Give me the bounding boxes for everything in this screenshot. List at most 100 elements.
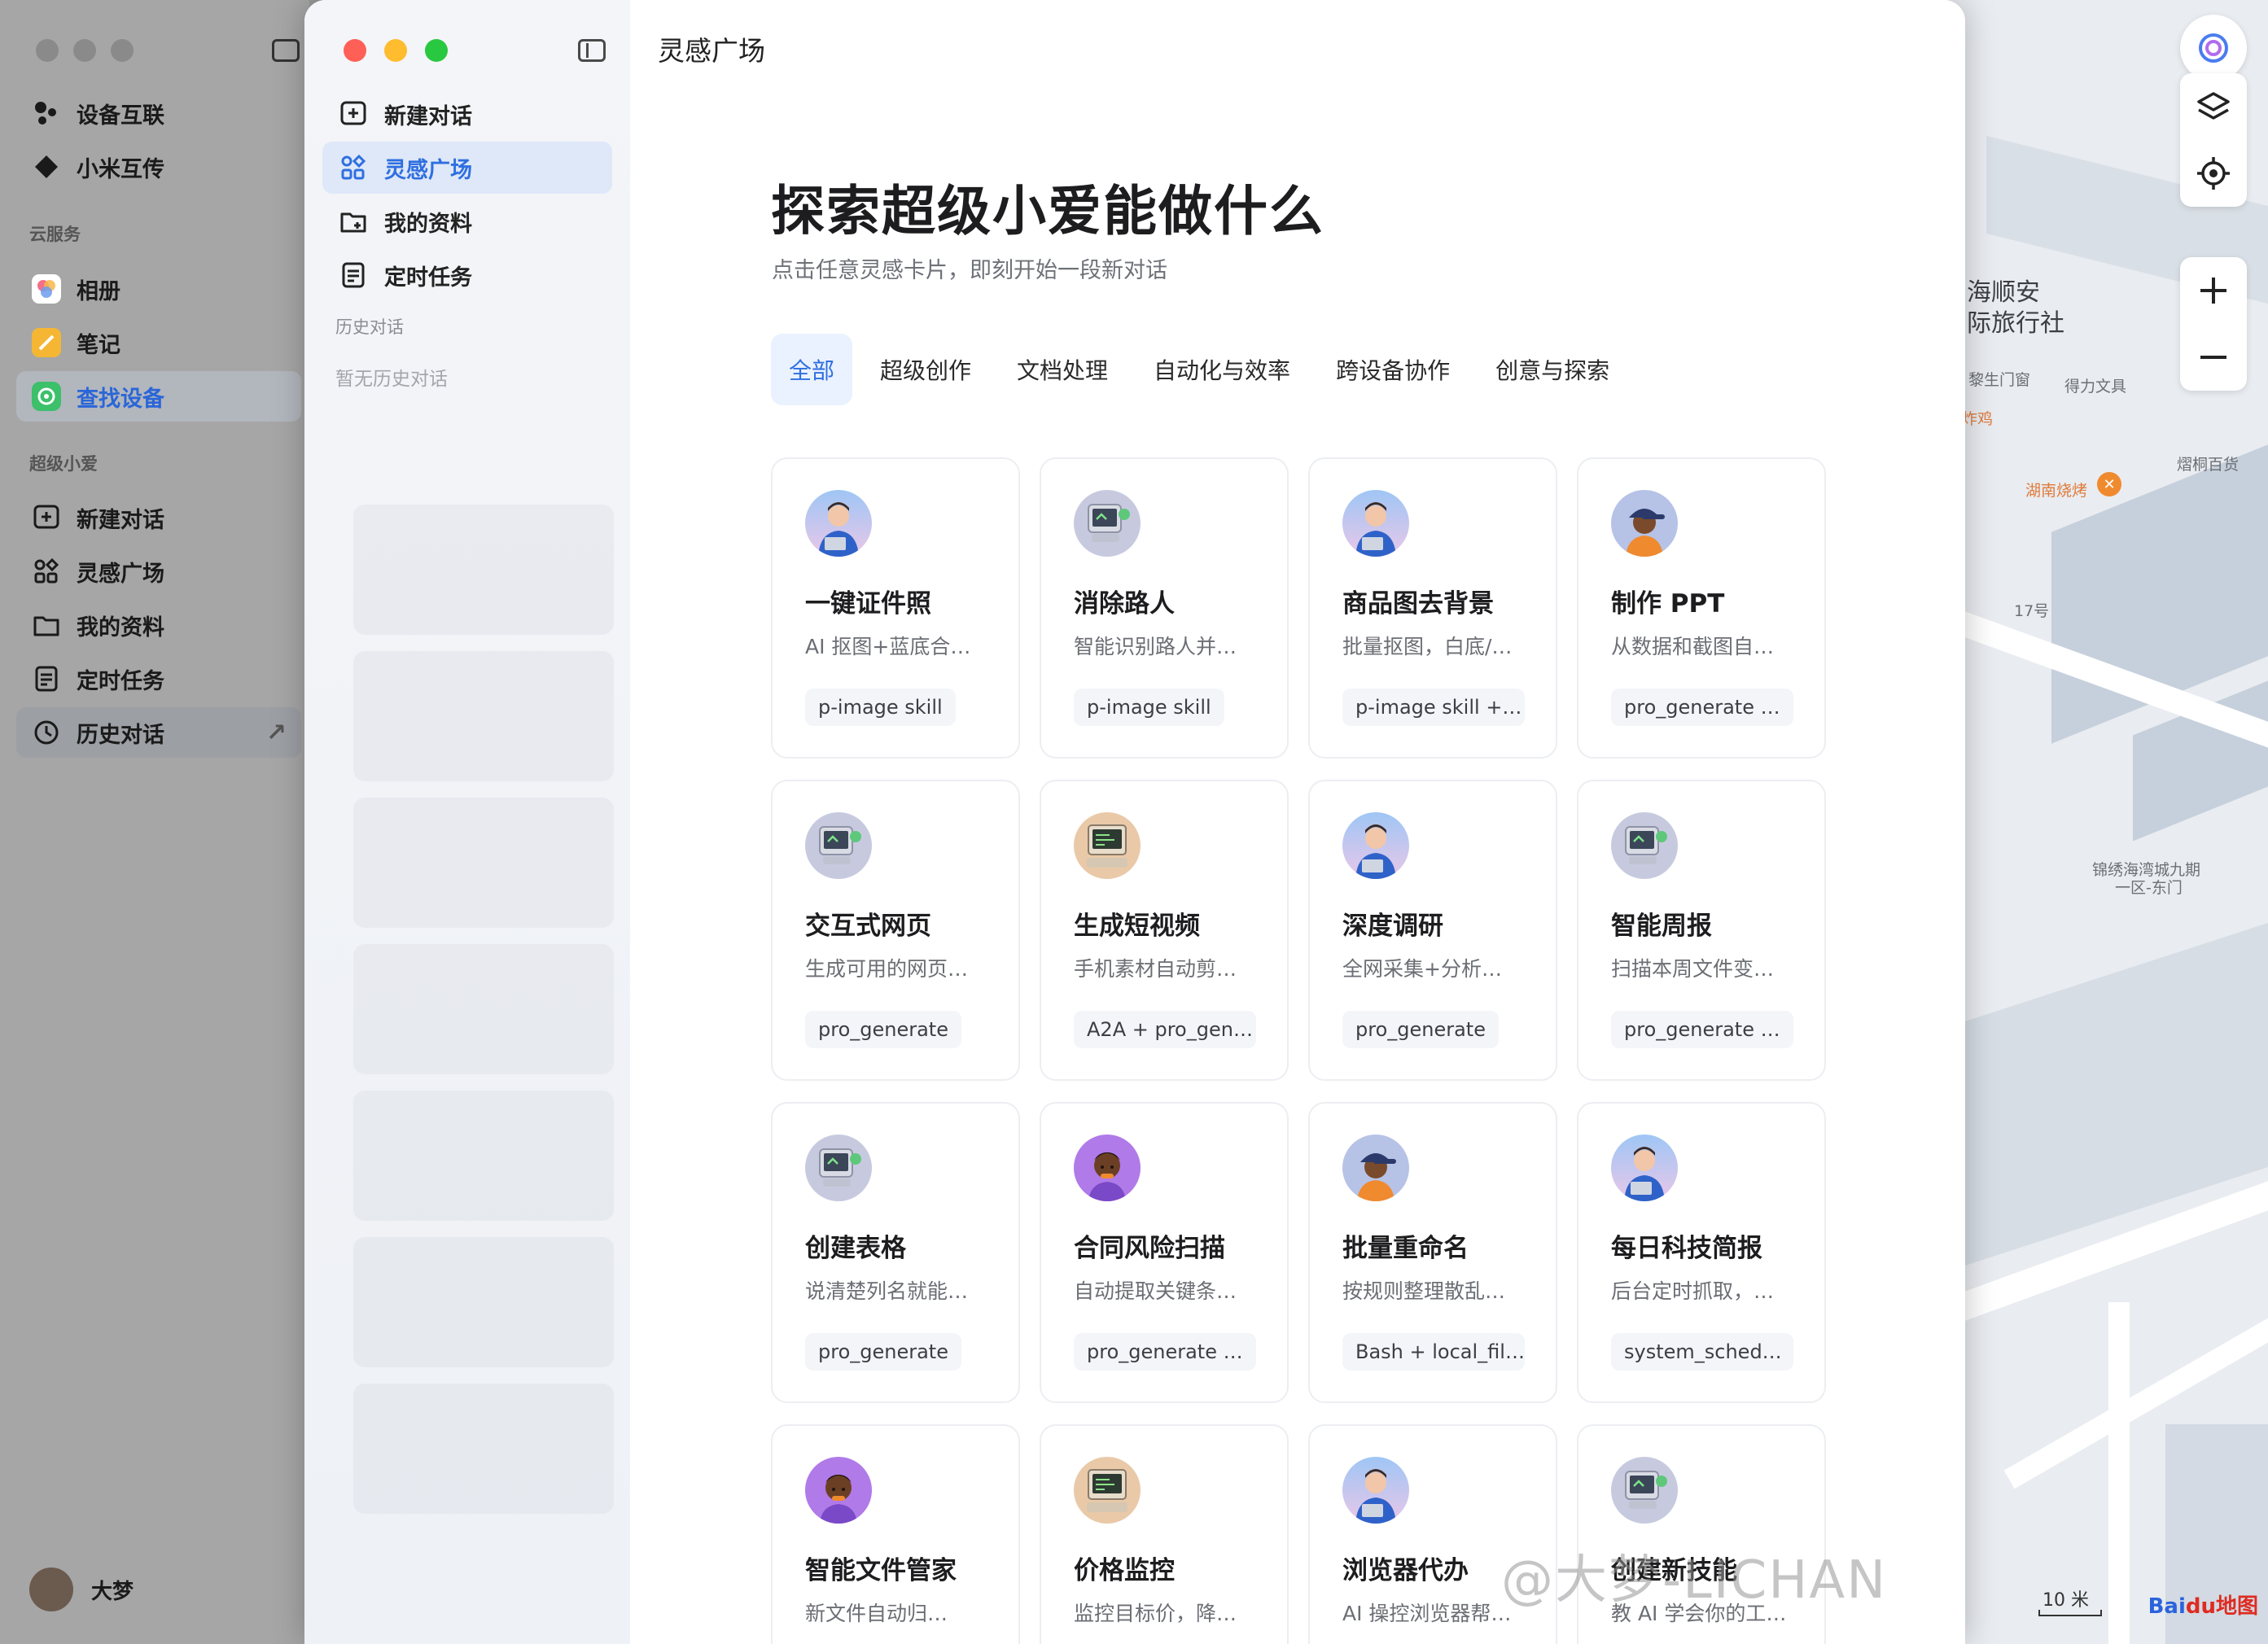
- bg-sidebar-item-new-chat[interactable]: 新建对话: [16, 492, 301, 543]
- card-description: 扫描本周文件变…: [1611, 957, 1775, 981]
- restaurant-pin-icon[interactable]: ✕: [2097, 472, 2121, 496]
- card-description: 新文件自动归…: [805, 1602, 948, 1625]
- maximize-window-button[interactable]: [425, 39, 448, 62]
- user-profile[interactable]: 大梦: [29, 1567, 134, 1611]
- map-label: 17号: [2014, 602, 2050, 620]
- bg-sidebar-item-inspiration[interactable]: 灵感广场: [16, 546, 301, 597]
- card-title: 交互式网页: [805, 912, 931, 941]
- sidebar-item-new-chat[interactable]: 新建对话: [322, 88, 612, 140]
- purple-avatar-icon: [805, 1457, 872, 1524]
- computer-avatar-icon: [1611, 1457, 1678, 1524]
- main-window: 新建对话 灵感广场 我的资料 定时任务 历史对话 暂无历史对话 灵感广场 探索超…: [304, 0, 1965, 1644]
- zoom-controls: [2180, 257, 2247, 391]
- layers-button[interactable]: [2180, 73, 2247, 140]
- tab-all[interactable]: 全部: [771, 334, 853, 405]
- inspiration-card[interactable]: 生成短视频 手机素材自动剪… A2A + pro_gen…: [1040, 780, 1289, 1081]
- inspiration-card[interactable]: 消除路人 智能识别路人并… p-image skill: [1040, 457, 1289, 759]
- map-scale-label: 10 米: [2043, 1590, 2089, 1611]
- history-empty-text: 暂无历史对话: [335, 369, 448, 390]
- computer-avatar-icon: [805, 812, 872, 879]
- card-title: 智能周报: [1611, 912, 1712, 941]
- locate-button[interactable]: [2180, 140, 2247, 207]
- inspiration-card[interactable]: 合同风险扫描 自动提取关键条… pro_generate …: [1040, 1102, 1289, 1403]
- sidebar-item-scheduled[interactable]: 定时任务: [322, 249, 612, 301]
- blurred-background-content: [353, 651, 614, 781]
- card-skill-tag: Bash + local_fil…: [1342, 1333, 1525, 1371]
- inspiration-card[interactable]: 批量重命名 按规则整理散乱… Bash + local_fil…: [1308, 1102, 1557, 1403]
- inspiration-card[interactable]: 智能文件管家 新文件自动归…: [771, 1424, 1020, 1644]
- card-title: 合同风险扫描: [1074, 1234, 1225, 1263]
- card-skill-tag: p-image skill: [1074, 689, 1224, 726]
- tab-automation[interactable]: 自动化与效率: [1136, 334, 1308, 405]
- bg-sidebar-item-label: 设备互联: [77, 103, 164, 129]
- card-skill-tag: pro_generate: [805, 1333, 961, 1371]
- card-skill-tag: pro_generate: [805, 1011, 961, 1048]
- window-controls-inactive: [36, 39, 134, 62]
- mi-share-icon: [31, 151, 62, 182]
- bg-sidebar-item-album[interactable]: 相册: [16, 264, 301, 314]
- bg-sidebar-item-mi-share[interactable]: 小米互传: [16, 142, 301, 192]
- map-tools: [2180, 73, 2247, 207]
- inspiration-card[interactable]: 深度调研 全网采集+分析… pro_generate: [1308, 780, 1557, 1081]
- arrow-up-right-icon[interactable]: ↗: [266, 719, 287, 747]
- sidebar-item-label: 定时任务: [384, 265, 472, 291]
- inspiration-card[interactable]: 商品图去背景 批量抠图，白底/… p-image skill +…: [1308, 457, 1557, 759]
- tab-cross-device[interactable]: 跨设备协作: [1318, 334, 1468, 405]
- card-description: 批量抠图，白底/…: [1342, 635, 1513, 658]
- tab-document[interactable]: 文档处理: [999, 334, 1126, 405]
- bg-sidebar-item-notes[interactable]: 笔记: [16, 317, 301, 368]
- inspiration-card[interactable]: 每日科技简报 后台定时抓取，… system_sched…: [1577, 1102, 1826, 1403]
- map-label: 湖南烧烤: [2025, 482, 2088, 500]
- map-label: 炸鸡: [1962, 410, 1994, 428]
- card-skill-tag: pro_generate: [1342, 1011, 1499, 1048]
- bg-sidebar-item-label: 小米互传: [77, 156, 164, 182]
- avatar: [29, 1567, 73, 1611]
- inspiration-card[interactable]: 智能周报 扫描本周文件变… pro_generate …: [1577, 780, 1826, 1081]
- card-title: 商品图去背景: [1342, 589, 1494, 619]
- bg-section-ai: 超级小爱: [29, 454, 98, 474]
- map-label: 海顺安: [1967, 278, 2040, 307]
- tab-super-creation[interactable]: 超级创作: [862, 334, 989, 405]
- inspiration-icon: [31, 556, 62, 587]
- plus-icon: [2200, 278, 2226, 304]
- bg-sidebar-item-find-device[interactable]: 查找设备: [16, 371, 301, 422]
- new-chat-icon: [31, 502, 62, 533]
- inspiration-card[interactable]: 制作 PPT 从数据和截图自… pro_generate …: [1577, 457, 1826, 759]
- scheduled-task-icon: [31, 663, 62, 694]
- tab-creative[interactable]: 创意与探索: [1478, 334, 1627, 405]
- new-chat-icon: [337, 98, 370, 130]
- retro-avatar-icon: [1074, 812, 1141, 879]
- minimize-window-button[interactable]: [384, 39, 407, 62]
- baidu-logo-part: du地图: [2185, 1594, 2258, 1619]
- window-controls: [344, 39, 448, 62]
- card-description: 自动提取关键条…: [1074, 1279, 1237, 1303]
- page-title: 灵感广场: [658, 35, 765, 67]
- history-icon: [31, 717, 62, 748]
- zoom-out-button[interactable]: [2180, 324, 2247, 391]
- inspiration-card[interactable]: 价格监控 监控目标价，降…: [1040, 1424, 1289, 1644]
- inspiration-card[interactable]: 一键证件照 AI 抠图+蓝底合… p-image skill: [771, 457, 1020, 759]
- watermark: @大梦-LICHAN: [1501, 1550, 1888, 1611]
- map-background[interactable]: 海顺安 际旅行社 黎生门窗 得力文具 炸鸡 湖南烧烤 ✕ 熠桐百货 17号 锦绣…: [1937, 0, 2268, 1644]
- sidebar-toggle-icon[interactable]: [578, 39, 606, 62]
- sidebar-toggle-icon[interactable]: [272, 39, 300, 62]
- card-description: 生成可用的网页…: [805, 957, 969, 981]
- blurred-background-content: [353, 944, 614, 1074]
- sidebar-item-my-data[interactable]: 我的资料: [322, 195, 612, 247]
- bg-sidebar-item-device-link[interactable]: 设备互联: [16, 88, 301, 138]
- inspiration-card[interactable]: 创建表格 说清楚列名就能… pro_generate: [771, 1102, 1020, 1403]
- sidebar-item-inspiration[interactable]: 灵感广场: [322, 142, 612, 194]
- find-device-icon: [31, 381, 62, 412]
- hero-title: 探索超级小爱能做什么: [771, 180, 1324, 243]
- card-title: 每日科技简报: [1611, 1234, 1762, 1263]
- bg-sidebar-item-history[interactable]: 历史对话 ↗: [16, 707, 301, 758]
- blurred-background-content: [353, 505, 614, 635]
- card-title: 制作 PPT: [1611, 589, 1725, 619]
- bg-sidebar-item-my-data[interactable]: 我的资料: [16, 600, 301, 650]
- close-window-button[interactable]: [344, 39, 366, 62]
- inspiration-card[interactable]: 交互式网页生成可用的网页… pro_generate: [771, 780, 1020, 1081]
- bg-sidebar-item-label: 历史对话: [77, 722, 164, 748]
- assistant-float-button[interactable]: [2180, 15, 2247, 81]
- zoom-in-button[interactable]: [2180, 257, 2247, 324]
- bg-sidebar-item-scheduled[interactable]: 定时任务: [16, 654, 301, 704]
